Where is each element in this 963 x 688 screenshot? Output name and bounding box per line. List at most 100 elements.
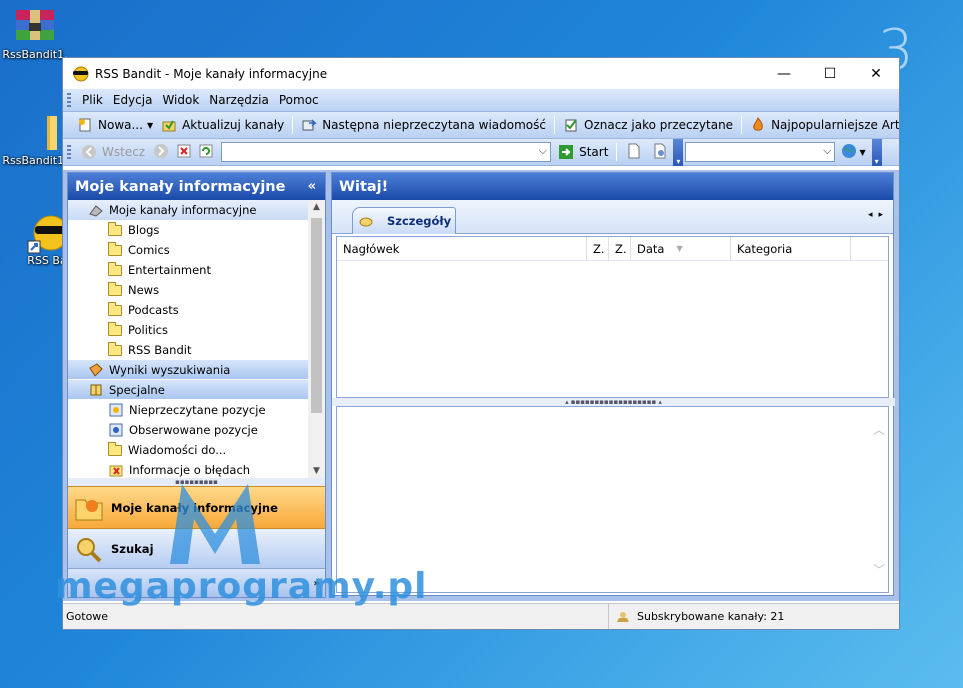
menu-grip-icon[interactable] xyxy=(67,93,71,107)
folder-icon xyxy=(108,241,122,256)
tree-folder-item[interactable]: RSS Bandit xyxy=(68,340,308,360)
tree-folder-item[interactable]: Podcasts xyxy=(68,300,308,320)
special-book-icon xyxy=(88,382,104,398)
page-options-icon[interactable] xyxy=(653,143,667,162)
nav-search-label: Szukaj xyxy=(111,541,154,556)
tree-item-label: Politics xyxy=(128,323,168,337)
tab-details-label: Szczegóły xyxy=(387,214,452,228)
desktop-icon-archive[interactable]: RssBandit1. xyxy=(0,6,70,61)
preview-scroll-up-icon[interactable]: ︿ xyxy=(873,421,885,438)
tree-folder-item[interactable]: Wiadomości do... xyxy=(68,440,308,460)
navbar-overflow-button[interactable]: ▾ xyxy=(673,138,684,166)
tree-item-label: Wyniki wyszukiwania xyxy=(109,362,231,377)
tree-folder-item[interactable]: News xyxy=(68,280,308,300)
feeds-pane-header: Moje kanały informacyjne « xyxy=(68,173,325,200)
tree-folder-item[interactable]: Comics xyxy=(68,240,308,260)
tree-item[interactable]: Obserwowane pozycje xyxy=(68,420,308,440)
search-overflow-button[interactable]: ▾ xyxy=(871,138,882,166)
scroll-down-icon[interactable]: ▼ xyxy=(308,466,325,476)
tree-item-label: Nieprzeczytane pozycje xyxy=(129,403,266,417)
desktop-icon-folder[interactable]: RssBandit1. xyxy=(0,112,70,167)
minimize-button[interactable]: — xyxy=(761,58,807,89)
new-button[interactable]: Nowa... ▼ xyxy=(73,114,157,136)
tree-folder-item[interactable]: Politics xyxy=(68,320,308,340)
tree-item-label: Podcasts xyxy=(128,303,179,317)
tab-scroll-arrows-icon[interactable]: ◂▸ xyxy=(868,210,889,220)
tree-item-label: Wiadomości do... xyxy=(128,443,227,457)
column-header-headline[interactable]: Nagłówek xyxy=(337,237,587,260)
feeds-folder-icon xyxy=(73,492,105,524)
tree-group-item[interactable]: Specjalne xyxy=(68,380,308,400)
tree-scrollbar[interactable]: ▲ ▼ xyxy=(308,200,325,478)
tree-item-label: News xyxy=(128,283,160,297)
feeds-pane-title: Moje kanały informacyjne xyxy=(75,178,286,195)
tree-item[interactable]: Moje kanały informacyjne xyxy=(68,200,308,220)
update-feeds-label: Aktualizuj kanały xyxy=(182,118,285,132)
folder-icon xyxy=(108,341,122,356)
tree-folder-item[interactable]: Blogs xyxy=(68,220,308,240)
mark-read-button[interactable]: Oznacz jako przeczytane xyxy=(559,114,737,136)
column-header-z1[interactable]: Z. xyxy=(587,237,609,260)
menu-plik[interactable]: Plik xyxy=(77,93,108,107)
folder-icon xyxy=(108,261,122,276)
sort-descending-icon: ▼ xyxy=(676,244,683,253)
next-unread-button[interactable]: Następna nieprzeczytana wiadomość xyxy=(297,114,550,136)
tree-folder-item[interactable]: Entertainment xyxy=(68,260,308,280)
watched-items-icon xyxy=(108,422,124,438)
search-input[interactable]: ⌵ xyxy=(685,142,836,162)
update-feeds-icon xyxy=(161,117,177,133)
search-engine-globe-icon[interactable] xyxy=(841,143,857,162)
close-button[interactable]: ✕ xyxy=(853,58,899,89)
list-preview-splitter[interactable]: ▴ ▪▪▪▪▪▪▪▪▪▪▪▪▪▪▪▪▪▪ ▴ xyxy=(332,398,895,406)
error-info-icon xyxy=(108,462,124,478)
article-preview[interactable]: ︿ ﹀ xyxy=(336,406,889,593)
search-engine-dropdown-icon[interactable]: ▼ xyxy=(859,148,865,157)
folder-icon xyxy=(47,116,57,150)
subscriptions-icon xyxy=(615,610,631,624)
content-pane-title: Witaj! xyxy=(339,178,389,195)
navigation-toolbar: Wstecz ⌵ Start ▾ ⌵ ▼ ▾ xyxy=(63,138,899,166)
feeds-root-icon xyxy=(88,202,104,218)
menu-narzedzia[interactable]: Narzędzia xyxy=(204,93,274,107)
status-ready: Gotowe xyxy=(66,610,109,623)
tree-item[interactable]: Nieprzeczytane pozycje xyxy=(68,400,308,420)
new-feed-icon xyxy=(77,117,93,133)
preview-scroll-down-icon[interactable]: ﹀ xyxy=(873,561,885,578)
stop-icon[interactable] xyxy=(177,144,191,161)
new-page-icon[interactable] xyxy=(627,143,641,162)
maximize-button[interactable]: ☐ xyxy=(807,58,853,89)
toolbar-separator xyxy=(616,143,618,161)
go-arrow-icon xyxy=(558,144,574,160)
popular-articles-button[interactable]: Najpopularniejsze Artykuły xyxy=(746,114,899,136)
folder-icon xyxy=(108,321,122,336)
tree-group-item[interactable]: Wyniki wyszukiwania xyxy=(68,360,308,380)
desktop-icon-label: RssBandit1. xyxy=(2,154,68,167)
start-button[interactable]: Start xyxy=(554,141,612,163)
update-feeds-button[interactable]: Aktualizuj kanały xyxy=(157,114,288,136)
chevron-down-icon[interactable]: ⌵ xyxy=(539,144,547,158)
column-header-date[interactable]: Data ▼ xyxy=(631,237,731,260)
winrar-archive-icon xyxy=(16,10,54,40)
url-address-input[interactable]: ⌵ xyxy=(221,142,552,162)
navbar-grip-icon[interactable] xyxy=(67,145,71,159)
collapse-pane-icon[interactable]: « xyxy=(308,179,316,194)
menu-edycja[interactable]: Edycja xyxy=(108,93,158,107)
menu-widok[interactable]: Widok xyxy=(157,93,204,107)
subscriptions-count: Subskrybowane kanały: 21 xyxy=(637,610,785,623)
column-header-z2[interactable]: Z. xyxy=(609,237,631,260)
content-pane: Witaj! Szczegóły ◂▸ Nagłówek Z. Z. Data … xyxy=(331,172,895,596)
refresh-icon[interactable] xyxy=(199,144,213,161)
forward-arrow-icon[interactable] xyxy=(153,143,169,162)
scroll-up-icon[interactable]: ▲ xyxy=(308,202,325,212)
title-bar[interactable]: RSS Bandit - Moje kanały informacyjne — … xyxy=(63,58,899,89)
scroll-thumb[interactable] xyxy=(311,218,322,413)
column-header-category[interactable]: Kategoria xyxy=(731,237,851,260)
back-button[interactable]: Wstecz xyxy=(77,141,149,163)
menu-pomoc[interactable]: Pomoc xyxy=(274,93,324,107)
tree-item-label: Moje kanały informacyjne xyxy=(109,203,257,217)
folder-icon xyxy=(108,441,122,456)
news-item-list[interactable]: Nagłówek Z. Z. Data ▼ Kategoria xyxy=(336,236,889,398)
tab-details[interactable]: Szczegóły xyxy=(352,207,456,234)
chevron-down-icon[interactable]: ⌵ xyxy=(823,144,831,158)
new-dropdown-icon[interactable]: ▼ xyxy=(147,121,153,130)
